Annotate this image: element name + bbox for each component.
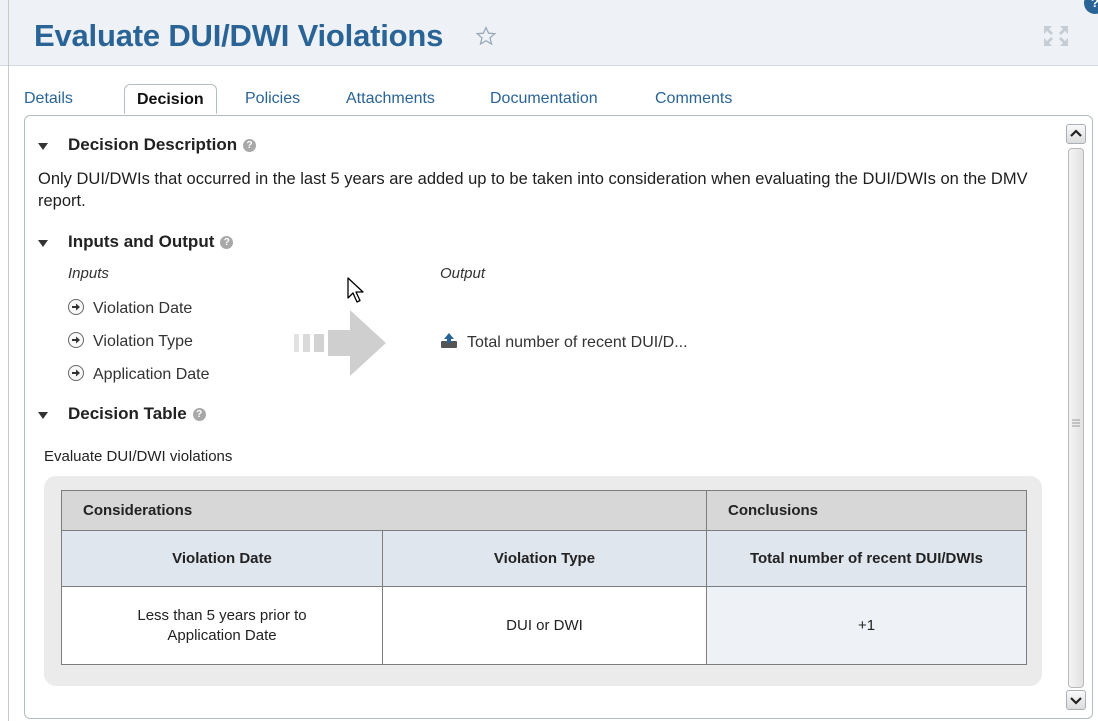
grip-icon	[1072, 419, 1080, 427]
section-heading: Decision Table	[68, 404, 187, 423]
help-icon[interactable]: ?	[192, 408, 206, 421]
table-row: Less than 5 years prior to Application D…	[61, 586, 1027, 665]
input-label: Application Date	[93, 366, 210, 383]
collapse-caret-icon[interactable]	[38, 240, 48, 247]
scroll-thumb[interactable]	[1068, 148, 1084, 688]
upload-icon	[441, 333, 457, 348]
column-header[interactable]: Violation Date	[61, 530, 383, 587]
mouse-cursor-icon	[347, 277, 364, 303]
table-cell[interactable]: DUI or DWI	[382, 586, 707, 665]
table-cell[interactable]: +1	[706, 586, 1027, 665]
section-heading: Decision Description	[68, 135, 238, 154]
tab-documentation[interactable]: Documentation	[490, 90, 598, 108]
table-caption: Evaluate DUI/DWI violations	[44, 448, 233, 465]
arrow-circle-right-icon	[68, 365, 84, 381]
chevron-up-icon	[1070, 129, 1082, 137]
input-item[interactable]: Violation Type	[68, 332, 193, 351]
vertical-scrollbar[interactable]	[1066, 124, 1088, 710]
collapse-caret-icon[interactable]	[38, 143, 48, 150]
help-icon[interactable]: ?	[220, 236, 234, 249]
arrow-circle-right-icon	[68, 299, 84, 315]
output-label: Output	[440, 265, 486, 282]
flow-arrow-icon	[294, 310, 386, 376]
decision-table: Considerations Conclusions Violation Dat…	[61, 490, 1027, 665]
section-inputs-output[interactable]: Inputs and Output?	[68, 232, 234, 252]
tab-decision[interactable]: Decision	[124, 84, 217, 114]
tab-comments[interactable]: Comments	[655, 90, 732, 108]
tab-policies[interactable]: Policies	[245, 90, 300, 108]
tab-details[interactable]: Details	[24, 90, 73, 108]
scroll-up-button[interactable]	[1066, 124, 1086, 144]
arrow-circle-right-icon	[68, 332, 84, 348]
input-label: Violation Date	[93, 300, 193, 317]
collapse-caret-icon[interactable]	[38, 412, 48, 419]
table-cell[interactable]: Less than 5 years prior to Application D…	[61, 586, 383, 665]
output-item[interactable]: Total number of recent DUI/D...	[440, 332, 688, 352]
considerations-header: Considerations	[61, 490, 707, 531]
tab-attachments[interactable]: Attachments	[346, 90, 435, 108]
decision-table-container: Considerations Conclusions Violation Dat…	[44, 476, 1042, 686]
column-header[interactable]: Total number of recent DUI/DWIs	[706, 530, 1027, 587]
inputs-label: Inputs	[68, 265, 109, 282]
section-decision-description[interactable]: Decision Description?	[68, 135, 257, 155]
column-header[interactable]: Violation Type	[382, 530, 707, 587]
chevron-down-icon	[1070, 697, 1082, 705]
section-decision-table[interactable]: Decision Table?	[68, 404, 206, 424]
input-item[interactable]: Violation Date	[68, 299, 192, 318]
scroll-down-button[interactable]	[1066, 690, 1086, 710]
section-heading: Inputs and Output	[68, 232, 215, 251]
input-item[interactable]: Application Date	[68, 365, 210, 384]
help-icon[interactable]: ?	[243, 139, 257, 152]
input-label: Violation Type	[93, 333, 193, 350]
conclusions-header: Conclusions	[706, 490, 1027, 531]
cell-text: Less than 5 years prior to Application D…	[137, 606, 307, 644]
output-label-value: Total number of recent DUI/D...	[467, 334, 688, 351]
decision-description-text: Only DUI/DWIs that occurred in the last …	[38, 170, 1028, 210]
